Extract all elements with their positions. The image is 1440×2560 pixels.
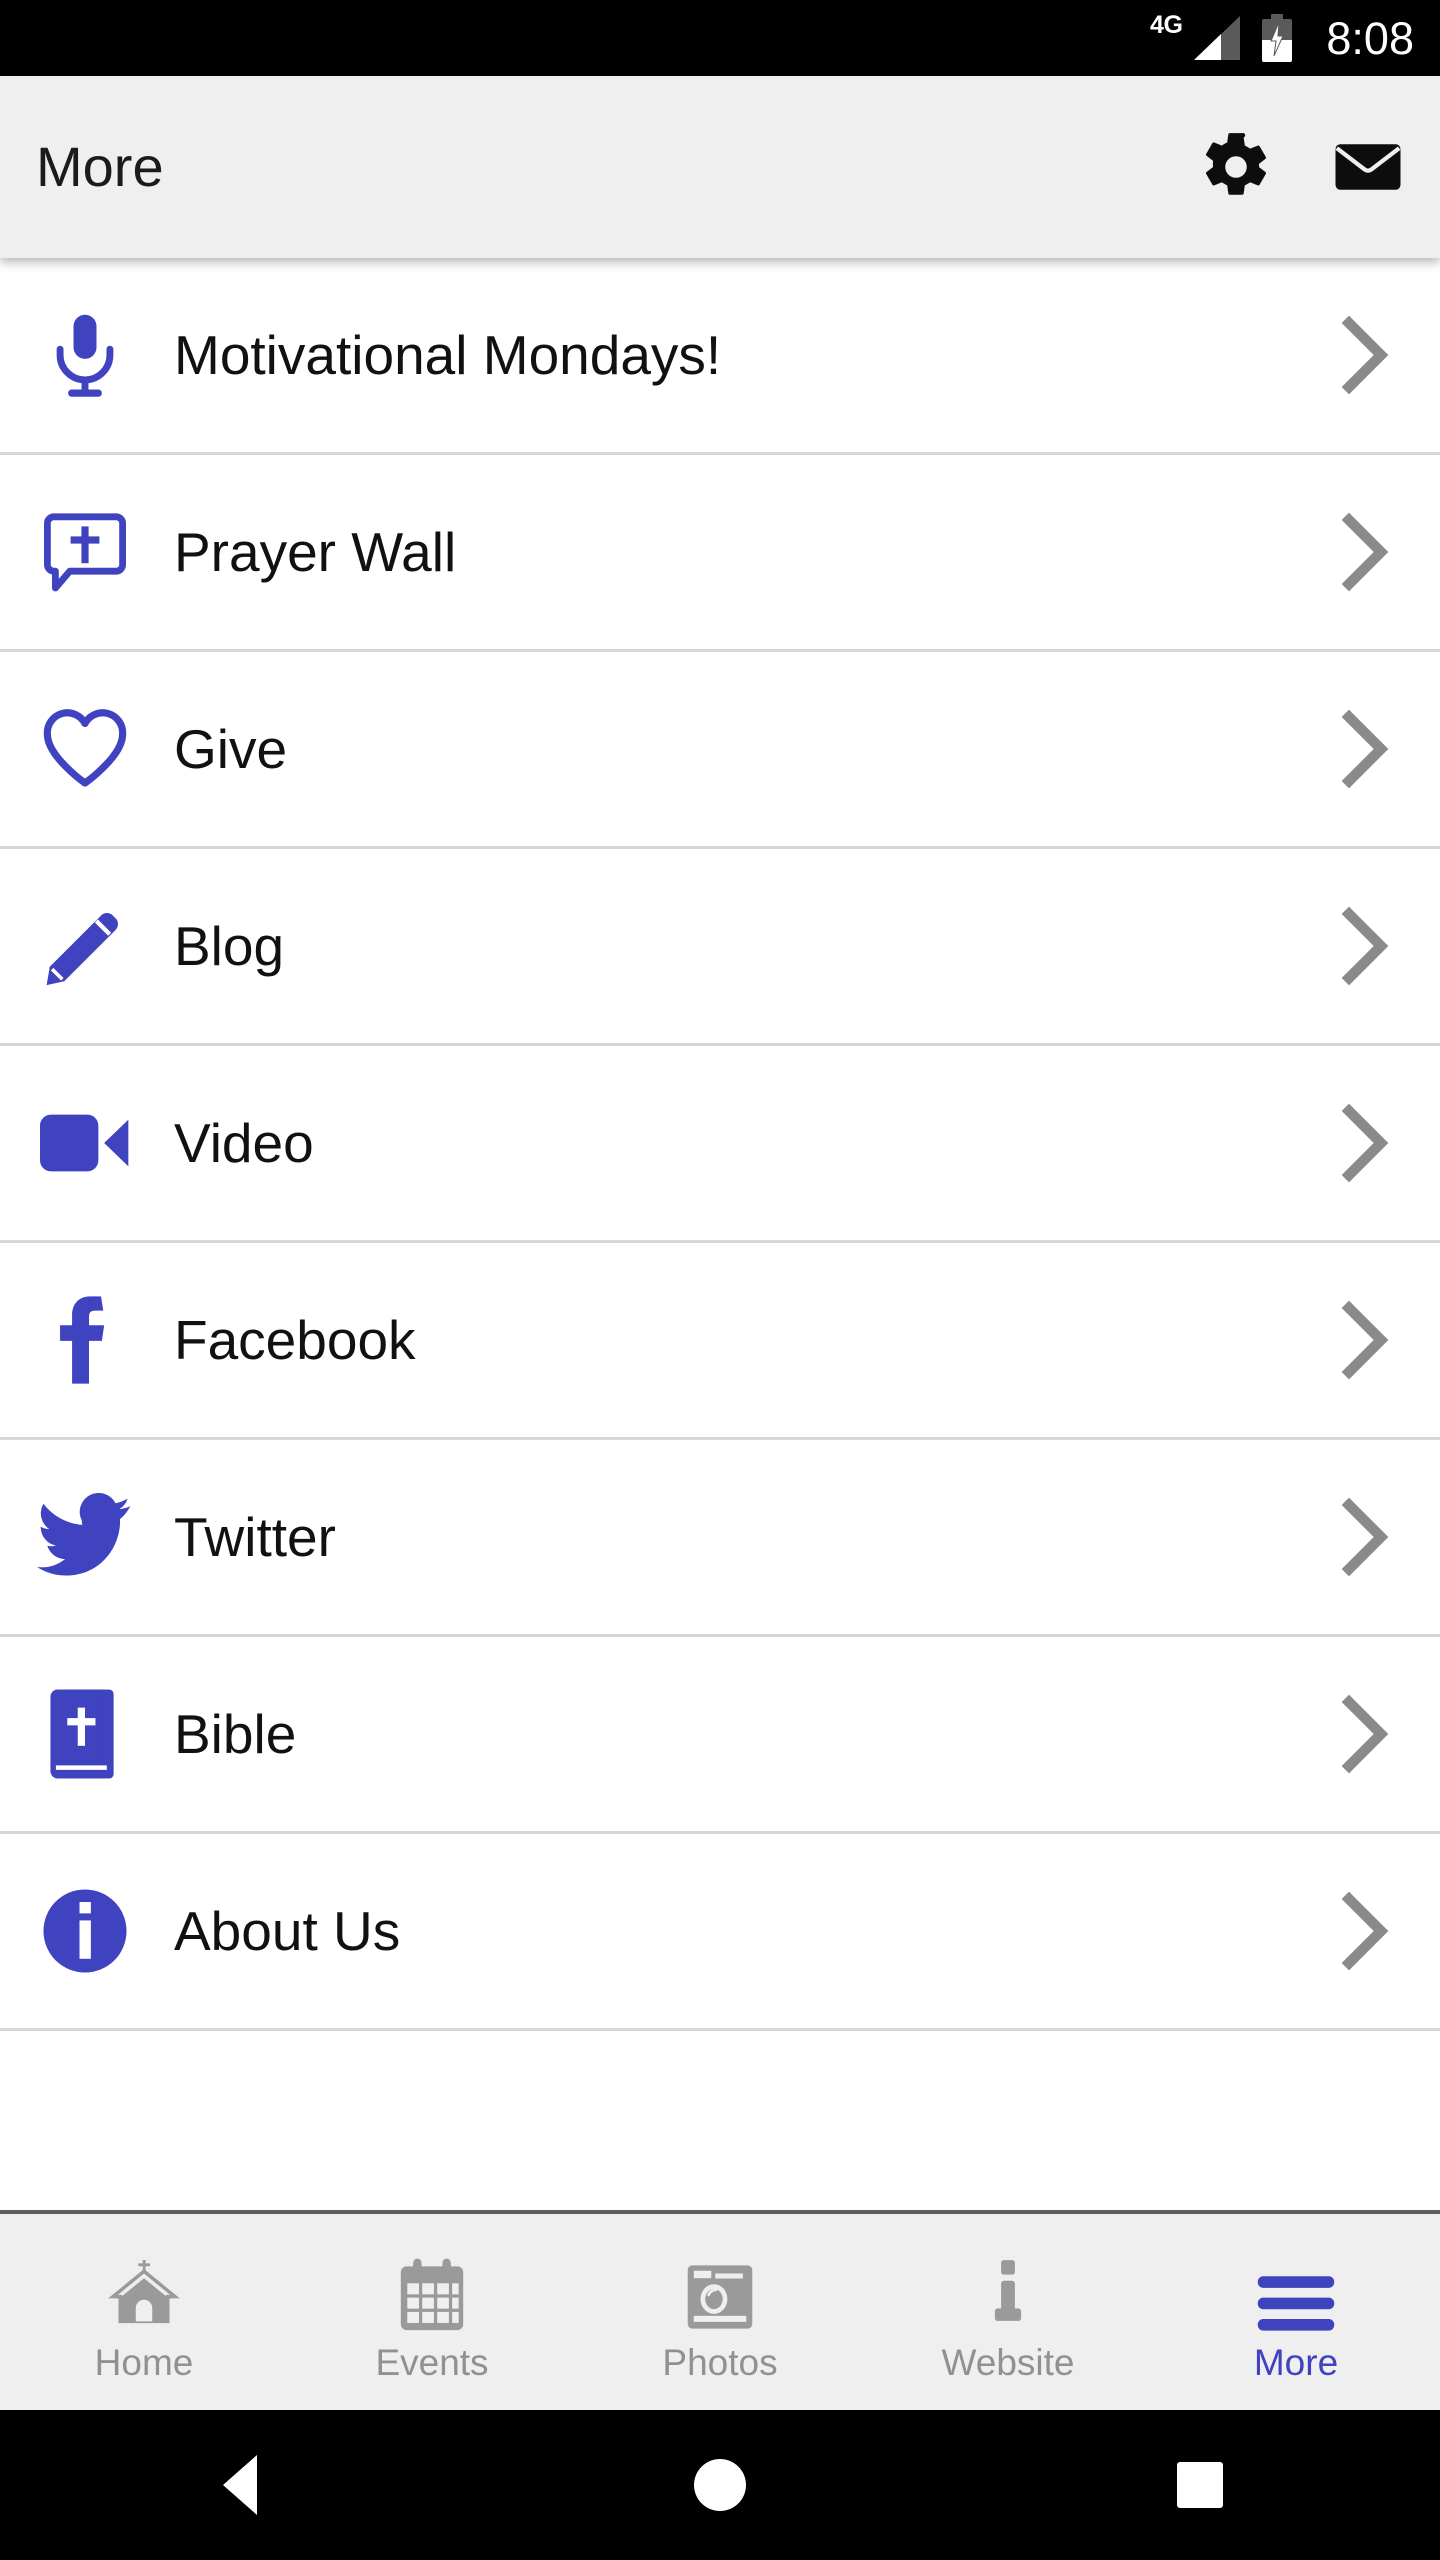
chevron-right-icon: [1330, 315, 1400, 395]
info-letter-icon: [987, 2250, 1029, 2334]
signal-bars-icon: [1194, 16, 1241, 60]
list-item-video[interactable]: Video: [0, 1046, 1440, 1243]
camera-icon: [682, 2250, 758, 2334]
list-item-label: About Us: [174, 1899, 401, 1962]
list-item-about-us[interactable]: About Us: [0, 1834, 1440, 2031]
envelope-icon: [1335, 144, 1401, 190]
nav-home-button[interactable]: [640, 2410, 800, 2560]
church-icon: [105, 2250, 183, 2334]
home-circle-icon: [694, 2459, 746, 2511]
twitter-bird-icon: [30, 1482, 140, 1592]
list-item-label: Give: [174, 717, 288, 780]
mail-button[interactable]: [1326, 125, 1410, 209]
settings-button[interactable]: [1194, 125, 1278, 209]
status-bar-clock: 8:08: [1326, 12, 1414, 64]
recents-square-icon: [1177, 2462, 1223, 2508]
tab-label: Photos: [662, 2341, 778, 2383]
more-menu-list: Motivational Mondays! Prayer Wall Give B…: [0, 258, 1440, 2210]
list-item-label: Blog: [174, 914, 285, 977]
chevron-right-icon: [1330, 1103, 1400, 1183]
facebook-icon: [30, 1285, 140, 1395]
list-item-twitter[interactable]: Twitter: [0, 1440, 1440, 1637]
nav-recents-button[interactable]: [1120, 2410, 1280, 2560]
tab-website[interactable]: Website: [864, 2214, 1152, 2410]
tab-label: Home: [94, 2341, 194, 2383]
gear-icon: [1206, 132, 1266, 195]
nav-back-button[interactable]: [160, 2410, 320, 2560]
list-item-bible[interactable]: Bible: [0, 1637, 1440, 1834]
chevron-right-icon: [1330, 1694, 1400, 1774]
bible-book-icon: [30, 1679, 140, 1789]
tab-label: More: [1253, 2341, 1339, 2383]
back-triangle-icon: [223, 2455, 257, 2515]
calendar-icon: [395, 2250, 469, 2334]
hamburger-menu-icon: [1254, 2250, 1338, 2334]
chevron-right-icon: [1330, 1497, 1400, 1577]
chevron-right-icon: [1330, 906, 1400, 986]
list-item-motivational-mondays[interactable]: Motivational Mondays!: [0, 258, 1440, 455]
tab-label: Website: [941, 2341, 1075, 2383]
heart-outline-icon: [30, 694, 140, 804]
network-type-label: 4G: [1150, 10, 1183, 39]
list-item-label: Motivational Mondays!: [174, 323, 722, 386]
list-item-label: Facebook: [174, 1308, 416, 1371]
battery-charging-icon: [1262, 14, 1293, 62]
list-item-blog[interactable]: Blog: [0, 849, 1440, 1046]
list-item-label: Prayer Wall: [174, 520, 457, 583]
bottom-tab-bar: Home Events Photos Website More: [0, 2210, 1440, 2410]
chevron-right-icon: [1330, 512, 1400, 592]
tab-events[interactable]: Events: [288, 2214, 576, 2410]
pencil-icon: [30, 891, 140, 1001]
android-nav-bar: [0, 2410, 1440, 2560]
microphone-icon: [30, 300, 140, 410]
tab-photos[interactable]: Photos: [576, 2214, 864, 2410]
chevron-right-icon: [1330, 709, 1400, 789]
list-item-give[interactable]: Give: [0, 652, 1440, 849]
app-bar-actions: [1194, 125, 1410, 209]
list-item-facebook[interactable]: Facebook: [0, 1243, 1440, 1440]
speech-bubble-cross-icon: [30, 497, 140, 607]
info-circle-icon: [30, 1876, 140, 1986]
tab-label: Events: [375, 2341, 489, 2383]
list-item-label: Twitter: [174, 1505, 336, 1568]
phone-screen: 4G 8:08 More Motivational Mondays! Praye…: [0, 0, 1440, 2560]
list-item-label: Video: [174, 1111, 314, 1174]
tab-home[interactable]: Home: [0, 2214, 288, 2410]
list-item-prayer-wall[interactable]: Prayer Wall: [0, 455, 1440, 652]
chevron-right-icon: [1330, 1891, 1400, 1971]
status-bar: 4G 8:08: [0, 0, 1440, 76]
chevron-right-icon: [1330, 1300, 1400, 1380]
tab-more[interactable]: More: [1152, 2214, 1440, 2410]
app-bar: More: [0, 76, 1440, 258]
video-camera-icon: [30, 1088, 140, 1198]
page-title: More: [36, 135, 164, 198]
list-item-label: Bible: [174, 1702, 297, 1765]
status-bar-icons: 4G 8:08: [1150, 10, 1414, 64]
charging-bolt-icon: [1270, 22, 1285, 56]
